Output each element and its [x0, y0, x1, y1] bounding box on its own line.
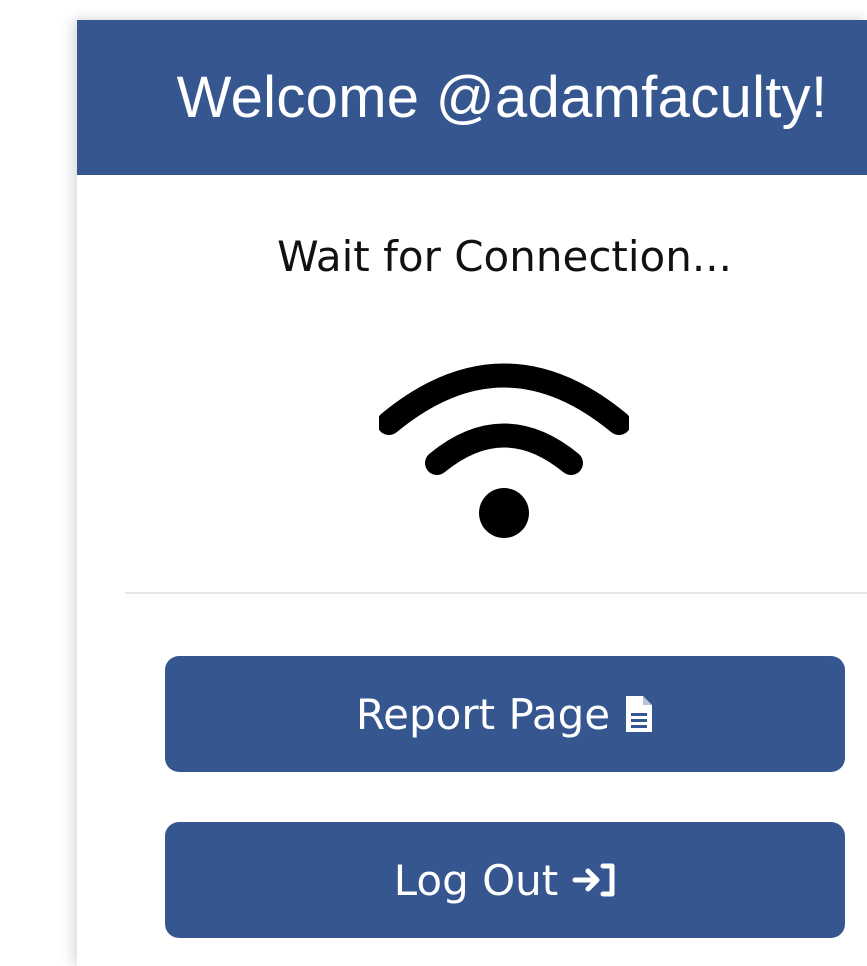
welcome-title: Welcome @adamfaculty! — [176, 65, 828, 130]
header-bar: Welcome @adamfaculty! — [77, 20, 867, 175]
report-page-label: Report Page — [355, 689, 611, 739]
page: Welcome @adamfaculty! Wait for Connectio… — [0, 0, 867, 966]
log-out-button[interactable]: Log Out — [165, 822, 845, 938]
divider — [125, 592, 867, 594]
connection-status-text: Wait for Connection... — [277, 232, 732, 281]
report-page-button[interactable]: Report Page — [165, 656, 845, 772]
left-gutter — [0, 0, 77, 966]
document-icon — [626, 696, 653, 732]
sign-in-arrow-icon — [572, 863, 615, 897]
welcome-card: Welcome @adamfaculty! Wait for Connectio… — [77, 20, 867, 966]
wifi-icon — [379, 363, 629, 538]
log-out-label: Log Out — [393, 855, 559, 905]
